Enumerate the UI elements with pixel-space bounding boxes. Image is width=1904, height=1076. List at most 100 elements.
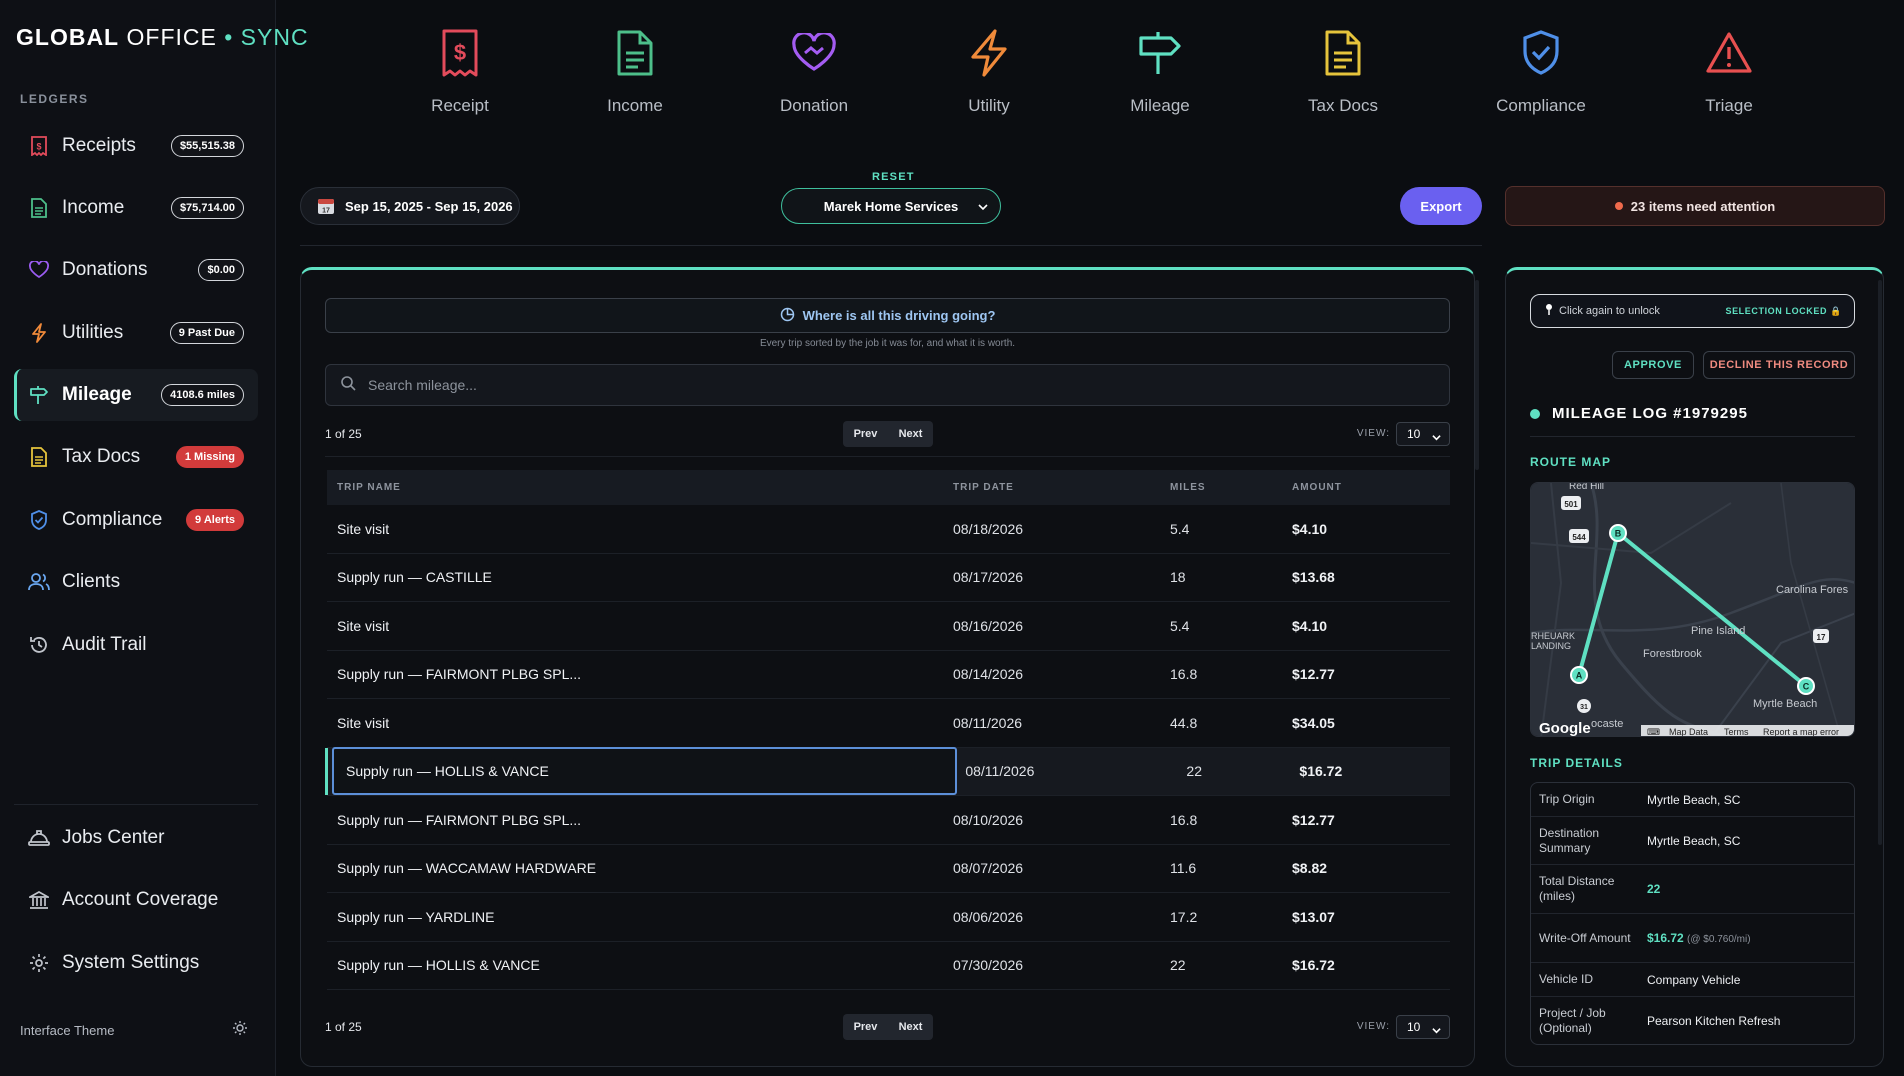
category-compliance[interactable]: Compliance — [1481, 28, 1601, 116]
map-label-rheuark: RHEUARK — [1531, 631, 1575, 641]
sidebar-item-receipts[interactable]: $ Receipts $55,515.38 — [14, 120, 258, 172]
approve-button[interactable]: APPROVE — [1612, 351, 1694, 379]
svg-text:C: C — [1803, 682, 1810, 692]
col-miles[interactable]: MILES — [1170, 482, 1292, 493]
table-row[interactable]: Site visit 08/18/2026 5.4 $4.10 — [327, 505, 1450, 554]
search-input[interactable] — [368, 377, 1368, 393]
sidebar-item-system-settings[interactable]: System Settings — [14, 937, 258, 989]
table-row[interactable]: Supply run — HOLLIS & VANCE 07/30/2026 22 $… — [327, 942, 1450, 990]
trip-name-cell: Supply run — WACCAMAW HARDWARE — [337, 860, 597, 877]
sidebar-item-tax-docs[interactable]: Tax Docs 1 Missing — [14, 431, 258, 483]
pie-chart-icon — [780, 307, 795, 325]
selection-lock-bar[interactable]: Click again to unlock SELECTION LOCKED 🔒 — [1530, 294, 1855, 328]
amount-cell: $13.68 — [1292, 569, 1335, 586]
page-size-value: 10 — [1407, 427, 1421, 441]
next-button[interactable]: Next — [895, 1021, 927, 1033]
attention-banner[interactable]: 23 items need attention — [1505, 186, 1885, 226]
pin-icon — [1545, 302, 1553, 320]
sidebar-item-jobs-center[interactable]: Jobs Center — [14, 812, 258, 864]
detail-row-destination: Destination Summary Myrtle Beach, SC — [1531, 817, 1854, 865]
miles-cell: 18 — [1170, 569, 1186, 586]
sidebar-item-income[interactable]: Income $75,714.00 — [14, 182, 258, 234]
col-trip-name[interactable]: TRIP NAME — [327, 482, 953, 493]
route-map[interactable]: Red Hill Carolina Fores Pine Island Fore… — [1530, 482, 1855, 737]
sidebar-item-account-coverage[interactable]: Account Coverage — [14, 874, 258, 926]
category-tax-docs[interactable]: Tax Docs — [1283, 28, 1403, 116]
trip-date-cell: 08/17/2026 — [953, 569, 1024, 586]
table-row[interactable]: Supply run — FAIRMONT PLBG SPL... 08/14/2… — [327, 651, 1450, 699]
table-row[interactable]: Supply run — HOLLIS & VANCE 08/11/2026 22 $… — [325, 747, 1450, 796]
bolt-icon — [28, 322, 50, 344]
table-row[interactable]: Supply run — WACCAMAW HARDWARE 08/07/2026… — [327, 845, 1450, 893]
signpost-icon — [1100, 28, 1220, 78]
sidebar-item-utilities[interactable]: Utilities 9 Past Due — [14, 307, 258, 359]
category-triage[interactable]: Triage — [1669, 28, 1789, 116]
category-receipt[interactable]: $ Receipt — [400, 28, 520, 116]
detail-row-distance: Total Distance (miles) 22 — [1531, 865, 1854, 914]
receipt-icon: $ — [400, 28, 520, 78]
category-utility[interactable]: Utility — [929, 28, 1049, 116]
table-row[interactable]: Supply run — CASTILLE 08/17/2026 18 $13.68 — [327, 554, 1450, 602]
lock-icon: 🔒 — [1830, 305, 1842, 316]
sidebar-item-label: Donations — [62, 259, 148, 280]
detail-key: Trip Origin — [1539, 792, 1595, 806]
prev-button[interactable]: Prev — [850, 428, 882, 440]
calendar-icon: 17 — [317, 197, 335, 215]
pagination-bottom: 1 of 25 Prev Next VIEW: 10 — [325, 1014, 1450, 1040]
category-donation[interactable]: Donation — [754, 28, 874, 116]
sidebar-item-clients[interactable]: Clients — [14, 556, 258, 608]
lock-hint: Click again to unlock — [1559, 305, 1660, 317]
page-size-select[interactable]: 10 — [1396, 422, 1450, 446]
page-size-select[interactable]: 10 — [1396, 1015, 1450, 1039]
report-map-error-link: Report a map error — [1763, 727, 1839, 737]
donations-total-badge: $0.00 — [198, 259, 244, 281]
reset-link[interactable]: RESET — [872, 171, 915, 183]
detail-scrollbar[interactable] — [1878, 280, 1882, 845]
sidebar-item-mileage[interactable]: Mileage 4108.6 miles — [14, 369, 258, 421]
file-icon — [28, 446, 50, 468]
view-label: VIEW: — [1356, 428, 1390, 439]
col-trip-date[interactable]: TRIP DATE — [953, 482, 1170, 493]
category-mileage[interactable]: Mileage — [1100, 28, 1220, 116]
detail-key: Destination Summary — [1539, 825, 1600, 855]
driving-insights-button[interactable]: Where is all this driving going? — [325, 298, 1450, 333]
prev-button[interactable]: Prev — [850, 1021, 882, 1033]
amount-cell: $16.72 — [1299, 763, 1343, 780]
shield-544: 544 — [1572, 533, 1586, 542]
sun-icon[interactable] — [232, 1020, 248, 1041]
next-button[interactable]: Next — [895, 428, 927, 440]
date-range-picker[interactable]: 17 Sep 15, 2025 - Sep 15, 2026 — [300, 187, 520, 225]
route-marker-b: B — [1609, 524, 1627, 542]
table-row[interactable]: Supply run — FAIRMONT PLBG SPL... 08/10/2… — [327, 796, 1450, 845]
shield-icon — [1481, 28, 1601, 78]
sidebar-divider — [14, 804, 258, 805]
client-select[interactable]: Marek Home Services — [781, 188, 1001, 224]
col-amount[interactable]: AMOUNT — [1292, 482, 1450, 493]
decline-button[interactable]: DECLINE THIS RECORD — [1703, 351, 1855, 379]
trip-details: Trip Origin Myrtle Beach, SC Destination… — [1530, 782, 1855, 1045]
category-label: Tax Docs — [1308, 96, 1378, 115]
table-row[interactable]: Supply run — YARDLINE 08/06/2026 17.2 $13.0… — [327, 893, 1450, 942]
trip-date-cell: 08/14/2026 — [953, 666, 1024, 683]
pager-buttons: Prev Next — [843, 1014, 933, 1040]
trip-details-heading: TRIP DETAILS — [1530, 756, 1623, 770]
sidebar-item-compliance[interactable]: Compliance 9 Alerts — [14, 494, 258, 546]
detail-value: Myrtle Beach, SC — [1647, 833, 1741, 848]
main-scrollbar[interactable] — [1475, 280, 1479, 470]
chevron-down-icon — [1432, 431, 1441, 445]
mileage-search[interactable] — [325, 364, 1450, 406]
table-row[interactable]: Site visit 08/16/2026 5.4 $4.10 — [327, 602, 1450, 651]
users-icon — [28, 571, 50, 593]
export-button[interactable]: Export — [1400, 187, 1482, 225]
miles-cell: 17.2 — [1170, 908, 1198, 925]
sidebar-item-donations[interactable]: Donations $0.00 — [14, 244, 258, 296]
trip-name-cell: Site visit — [337, 520, 390, 537]
sidebar-item-audit-trail[interactable]: Audit Trail — [14, 619, 258, 671]
google-logo: Google — [1539, 720, 1591, 737]
document-icon — [28, 197, 50, 219]
trip-name-cell: Supply run — HOLLIS & VANCE — [337, 957, 540, 974]
table-row[interactable]: Site visit 08/11/2026 44.8 $34.05 — [327, 699, 1450, 748]
mileage-total-badge: 4108.6 miles — [161, 384, 244, 406]
category-income[interactable]: Income — [575, 28, 695, 116]
brand-logo[interactable]: GLOBAL OFFICE • SYNC — [16, 24, 309, 51]
